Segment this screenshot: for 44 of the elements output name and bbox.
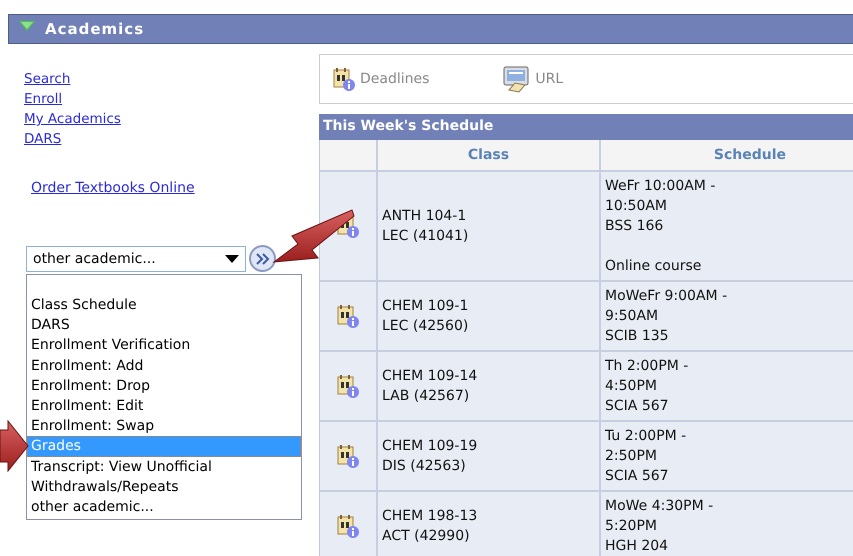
collapse-triangle-icon [19, 21, 35, 31]
dropdown-option[interactable]: DARS [27, 315, 301, 336]
monitor-icon [503, 66, 530, 92]
schedule-cell: MoWeFr 9:00AM - 9:50AM SCIB 135 [601, 282, 853, 352]
column-header: Schedule [601, 140, 853, 172]
calendar-info-icon [337, 514, 359, 538]
nav-link[interactable]: My Academics [24, 109, 121, 129]
dropdown-option[interactable]: other academic... [27, 497, 301, 518]
schedule-cell: Th 2:00PM - 4:50PM SCIA 567 [601, 352, 853, 422]
column-header: Class [378, 140, 601, 172]
calendar-info-icon [333, 67, 355, 91]
nav-link[interactable]: Enroll [24, 89, 62, 109]
calendar-info-icon [337, 304, 359, 328]
nav-link[interactable]: DARS [24, 129, 62, 149]
dropdown-option[interactable]: Enrollment Verification [27, 335, 301, 356]
toolbar-link[interactable]: URL [503, 66, 564, 92]
dropdown-field[interactable]: other academic... [26, 246, 246, 272]
class-cell: CHEM 109-14 LAB (42567) [378, 352, 601, 422]
class-cell: CHEM 109-19 DIS (42563) [378, 422, 601, 492]
dropdown-option[interactable]: Enrollment: Drop [27, 376, 301, 396]
double-chevron-icon [254, 252, 270, 264]
panel-header[interactable]: Academics [8, 14, 853, 44]
schedule-cell: MoWe 4:30PM - 5:20PM HGH 204 [601, 492, 853, 556]
dropdown-option[interactable]: Enrollment: Swap [27, 416, 301, 436]
calendar-info-icon [337, 444, 359, 468]
schedule-title: This Week's Schedule [319, 114, 853, 140]
schedule-cell: WeFr 10:00AM - 10:50AM BSS 166 Online course [601, 172, 853, 282]
calendar-info-icon [337, 374, 359, 398]
pointer-arrow-icon [0, 420, 30, 472]
toolbar-link[interactable]: Deadlines [333, 67, 430, 91]
dropdown-option[interactable]: Enrollment: Add [27, 356, 301, 376]
dropdown-option[interactable]: Enrollment: Edit [27, 396, 301, 416]
dropdown-option[interactable]: Transcript: View Unofficial [27, 456, 301, 477]
dropdown-caret-icon [225, 254, 239, 262]
class-cell: CHEM 198-13 ACT (42990) [378, 492, 601, 556]
dropdown-option[interactable]: Class Schedule [27, 295, 301, 316]
schedule-cell: Tu 2:00PM - 2:50PM SCIA 567 [601, 422, 853, 492]
go-button[interactable] [249, 245, 276, 272]
nav-link[interactable]: Search [24, 69, 70, 89]
class-cell: ANTH 104-1 LEC (41041) [378, 172, 601, 282]
panel-title: Academics [45, 20, 144, 38]
textbook-link[interactable]: Order Textbooks Online [31, 178, 195, 198]
class-cell: CHEM 109-1 LEC (42560) [378, 282, 601, 352]
dropdown-option[interactable]: Withdrawals/Repeats [27, 476, 301, 498]
